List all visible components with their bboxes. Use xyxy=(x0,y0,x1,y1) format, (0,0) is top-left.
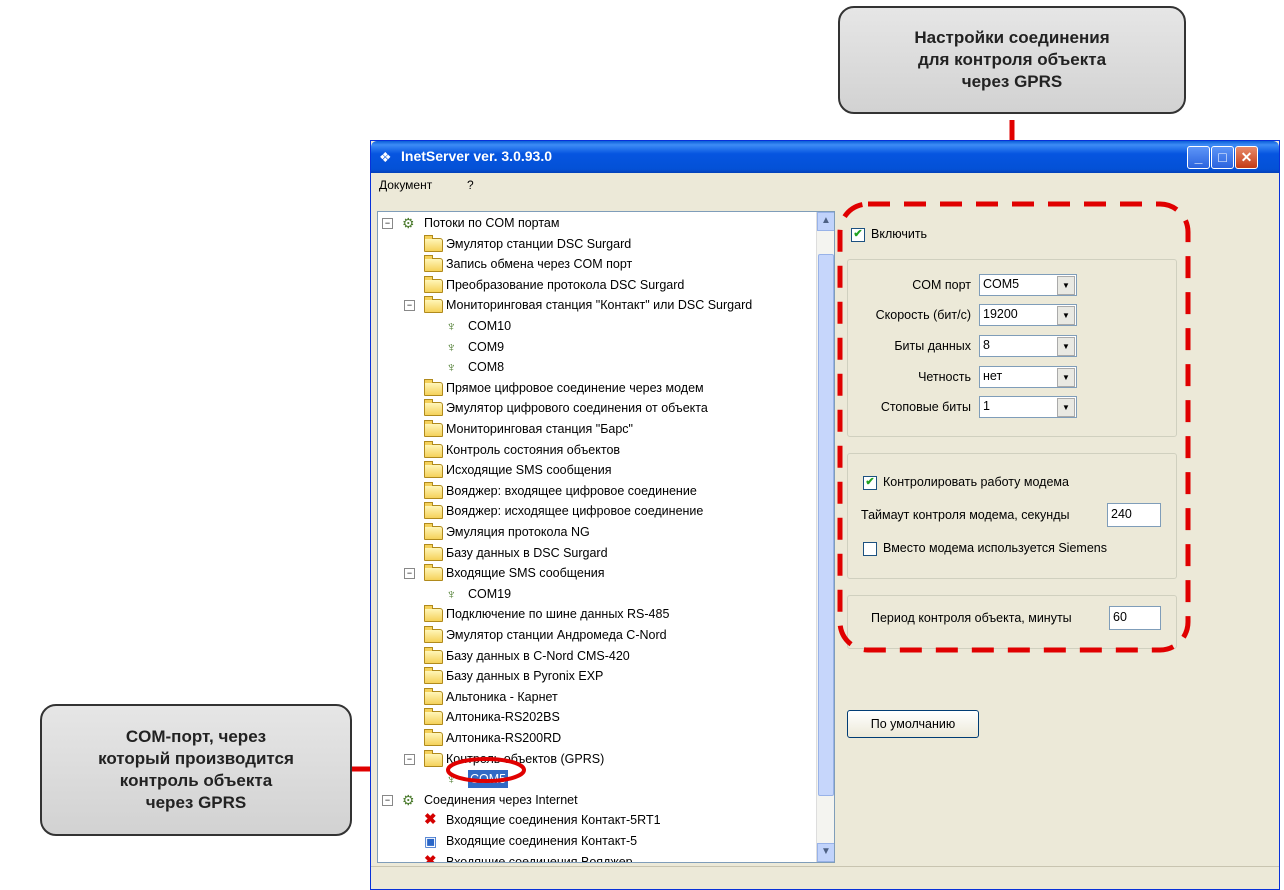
settings-highlight-rect xyxy=(837,201,1191,653)
com5-highlight-ellipse xyxy=(446,757,526,783)
highlight-frame xyxy=(446,201,1191,783)
